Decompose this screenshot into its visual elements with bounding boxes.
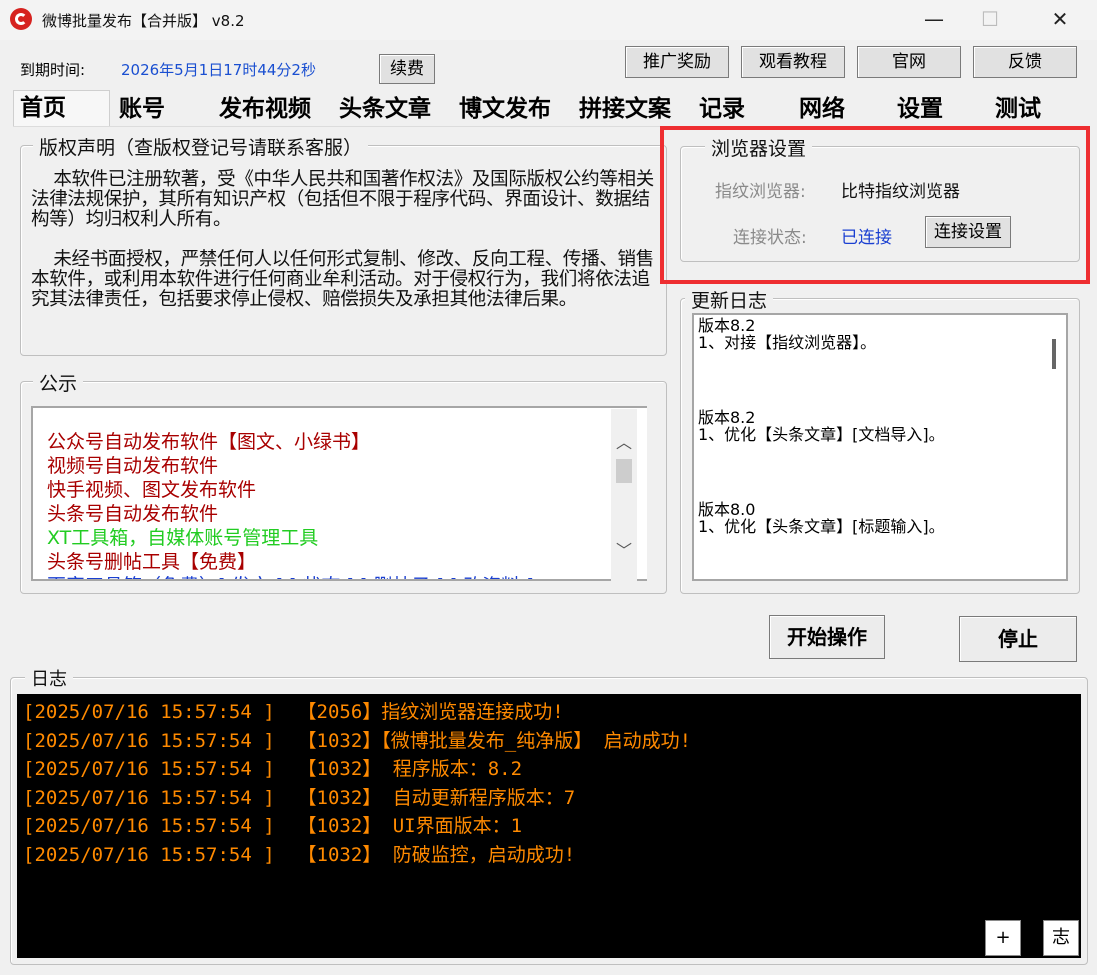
update-log-entry: 版本8.0 1、优化【头条文章】[标题输入]。 bbox=[698, 501, 945, 535]
update-note: 1、优化【头条文章】[文档导入]。 bbox=[698, 425, 945, 444]
tutorial-button[interactable]: 观看教程 bbox=[741, 46, 845, 78]
tab-settings[interactable]: 设置 bbox=[891, 92, 987, 126]
copyright-title: 版权声明（查版权登记号请联系客服） bbox=[33, 133, 369, 160]
update-note: 1、优化【头条文章】[标题输入]。 bbox=[698, 517, 945, 536]
minimize-button[interactable]: — bbox=[911, 2, 957, 36]
update-log-title: 更新日志 bbox=[685, 286, 774, 313]
log-title: 日志 bbox=[25, 665, 73, 691]
renew-button[interactable]: 续费 bbox=[379, 54, 435, 84]
log-line: [2025/07/16 15:57:54 ] 【2056】指纹浏览器连接成功! bbox=[23, 701, 564, 723]
update-note: 1、对接【指纹浏览器】。 bbox=[698, 333, 877, 352]
scroll-down-icon[interactable]: ﹀ bbox=[611, 537, 637, 561]
log-line: [2025/07/16 15:57:54 ] 【1032】 防破监控，启动成功! bbox=[23, 843, 576, 866]
window-title: 微博批量发布【合并版】 v8.2 bbox=[42, 12, 245, 30]
highlight-box bbox=[660, 126, 1090, 284]
log-line: [2025/07/16 15:57:54 ] 【1032】 自动更新程序版本：7 bbox=[23, 786, 576, 809]
tab-publish-video[interactable]: 发布视频 bbox=[213, 92, 331, 126]
promo-reward-button[interactable]: 推广奖励 bbox=[625, 46, 729, 78]
log-detail-button[interactable]: 志 bbox=[1043, 920, 1079, 956]
log-line: [2025/07/16 15:57:54 ] 【1032】 UI界面版本：1 bbox=[23, 815, 523, 837]
update-version: 版本8.2 bbox=[698, 408, 756, 427]
add-log-button[interactable]: + bbox=[985, 920, 1021, 956]
tab-network[interactable]: 网络 bbox=[793, 92, 889, 126]
notice-scrollbar[interactable]: ︿ ﹀ bbox=[611, 409, 637, 583]
log-line: [2025/07/16 15:57:54 ] 【1032】 程序版本：8.2 bbox=[23, 758, 523, 780]
notice-list: 公众号自动发布软件【图文、小绿书】 视频号自动发布软件 快手视频、图文发布软件 头条号… bbox=[47, 430, 534, 579]
notice-item[interactable]: XT工具箱，自媒体账号管理工具 bbox=[47, 526, 534, 550]
start-button[interactable]: 开始操作 bbox=[769, 615, 885, 659]
update-log-group: 更新日志 版本8.2 1、对接【指纹浏览器】。 版本8.2 1、优化【头条文章】[文档… bbox=[680, 286, 1080, 594]
notice-item[interactable]: 快手视频、图文发布软件 bbox=[47, 478, 534, 502]
notice-item[interactable]: 百家工具箱（免费）[ 发文 ] [ 状态 ] [ 删帖子 ] [ 改资料 ] bbox=[47, 574, 534, 579]
scroll-thumb[interactable] bbox=[616, 459, 632, 483]
tab-home[interactable]: 首页 bbox=[13, 90, 110, 126]
copyright-paragraph-1: 本软件已注册软著，受《中华人民共和国著作权法》及国际版权公约等相关法律法规保护，… bbox=[31, 169, 654, 230]
tab-splice-copy[interactable]: 拼接文案 bbox=[573, 92, 691, 126]
update-log-textbox[interactable]: 版本8.2 1、对接【指纹浏览器】。 版本8.2 1、优化【头条文章】[文档导入]。版… bbox=[692, 313, 1068, 581]
notice-item[interactable]: 视频号自动发布软件 bbox=[47, 454, 534, 478]
tab-toutiao-article[interactable]: 头条文章 bbox=[333, 92, 451, 126]
notice-item[interactable]: 头条号自动发布软件 bbox=[47, 502, 534, 526]
notice-item[interactable]: 公众号自动发布软件【图文、小绿书】 bbox=[47, 430, 534, 454]
app-logo-icon bbox=[10, 8, 32, 30]
notice-listbox[interactable]: 公众号自动发布软件【图文、小绿书】 视频号自动发布软件 快手视频、图文发布软件 头条号… bbox=[31, 406, 647, 581]
website-button[interactable]: 官网 bbox=[857, 46, 961, 78]
title-bar: 微博批量发布【合并版】 v8.2 — ☐ ✕ bbox=[0, 0, 1097, 40]
log-lines: [2025/07/16 15:57:54 ] 【2056】指纹浏览器连接成功! [… bbox=[23, 698, 691, 869]
expiry-label: 到期时间: bbox=[20, 61, 86, 79]
notice-group: 公示 公众号自动发布软件【图文、小绿书】 视频号自动发布软件 快手视频、图文发布软件… bbox=[20, 369, 667, 594]
scroll-up-icon[interactable]: ︿ bbox=[611, 429, 637, 453]
update-version: 版本8.0 bbox=[698, 500, 756, 519]
copyright-text: 本软件已注册软著，受《中华人民共和国著作权法》及国际版权公约等相关法律法规保护，… bbox=[31, 170, 661, 310]
maximize-button[interactable]: ☐ bbox=[967, 2, 1013, 36]
notice-title: 公示 bbox=[33, 369, 84, 396]
stop-button[interactable]: 停止 bbox=[959, 616, 1077, 662]
copyright-paragraph-2: 未经书面授权，严禁任何人以任何形式复制、修改、反向工程、传播、销售本软件，或利用… bbox=[31, 249, 654, 310]
main-tabs: 首页 账号 发布视频 头条文章 博文发布 拼接文案 记录 网络 设置 测试 bbox=[13, 90, 1083, 126]
close-button[interactable]: ✕ bbox=[1037, 2, 1083, 36]
update-log-entry: 版本8.2 1、对接【指纹浏览器】。 bbox=[698, 317, 945, 351]
tab-records[interactable]: 记录 bbox=[693, 92, 789, 126]
log-console[interactable]: [2025/07/16 15:57:54 ] 【2056】指纹浏览器连接成功! [… bbox=[17, 694, 1081, 958]
update-log-scroll-thumb[interactable] bbox=[1052, 339, 1056, 369]
update-log-text: 版本8.2 1、对接【指纹浏览器】。 版本8.2 1、优化【头条文章】[文档导入]。版… bbox=[698, 317, 945, 579]
tab-weibo-post[interactable]: 博文发布 bbox=[453, 92, 571, 126]
update-log-entry: 版本8.2 1、优化【头条文章】[文档导入]。 bbox=[698, 409, 945, 443]
log-line: [2025/07/16 15:57:54 ] 【1032】【微博批量发布_纯净版… bbox=[23, 729, 692, 752]
tab-accounts[interactable]: 账号 bbox=[113, 92, 209, 126]
feedback-button[interactable]: 反馈 bbox=[973, 46, 1077, 78]
notice-item[interactable]: 头条号删帖工具【免费】 bbox=[47, 550, 534, 574]
copyright-group: 版权声明（查版权登记号请联系客服） 本软件已注册软著，受《中华人民共和国著作权法… bbox=[20, 133, 667, 356]
tab-test[interactable]: 测试 bbox=[989, 92, 1083, 126]
update-version: 版本8.2 bbox=[698, 316, 756, 335]
expiry-value: 2026年5月1日17时44分2秒 bbox=[121, 61, 316, 79]
